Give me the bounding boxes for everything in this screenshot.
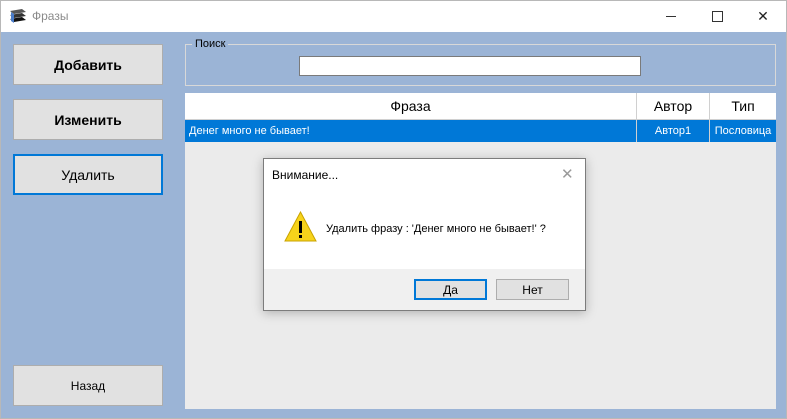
cell-type[interactable]: Пословица bbox=[710, 120, 776, 142]
column-header-type[interactable]: Тип bbox=[710, 93, 776, 119]
close-button[interactable]: ✕ bbox=[740, 1, 786, 32]
title-bar: Фразы ✕ bbox=[1, 1, 786, 32]
minimize-button[interactable] bbox=[648, 1, 694, 32]
dialog-close-icon[interactable]: ✕ bbox=[561, 165, 574, 183]
confirm-dialog: Внимание... ✕ Удалить фразу : 'Денег мно… bbox=[263, 158, 586, 311]
column-header-author[interactable]: Автор bbox=[637, 93, 710, 119]
no-button[interactable]: Нет bbox=[496, 279, 569, 300]
window-title: Фразы bbox=[32, 9, 69, 23]
add-button[interactable]: Добавить bbox=[13, 44, 163, 85]
yes-button[interactable]: Да bbox=[414, 279, 487, 300]
dialog-message: Удалить фразу : 'Денег много не бывает!'… bbox=[326, 223, 546, 235]
close-icon: ✕ bbox=[757, 8, 769, 24]
maximize-button[interactable] bbox=[694, 1, 740, 32]
back-button[interactable]: Назад bbox=[13, 365, 163, 406]
cell-author[interactable]: Автор1 bbox=[637, 120, 710, 142]
phrases-window: Фразы ✕ Добавить Изменить Удалить Назад … bbox=[0, 0, 787, 419]
maximize-icon bbox=[711, 11, 723, 22]
dialog-footer: Да Нет bbox=[264, 269, 585, 310]
minimize-icon bbox=[666, 16, 676, 17]
cell-phrase[interactable]: Денег много не бывает! bbox=[185, 120, 637, 142]
search-label: Поиск bbox=[192, 38, 229, 50]
edit-button[interactable]: Изменить bbox=[13, 99, 163, 140]
table-header: Фраза Автор Тип bbox=[185, 93, 776, 120]
search-input[interactable] bbox=[299, 56, 641, 76]
app-stack-icon bbox=[10, 9, 26, 23]
delete-button[interactable]: Удалить bbox=[13, 154, 163, 195]
dialog-title: Внимание... bbox=[272, 168, 339, 182]
table-row[interactable]: Денег много не бывает! Автор1 Пословица bbox=[185, 120, 776, 142]
column-header-phrase[interactable]: Фраза bbox=[185, 93, 637, 119]
warning-icon bbox=[284, 211, 317, 242]
